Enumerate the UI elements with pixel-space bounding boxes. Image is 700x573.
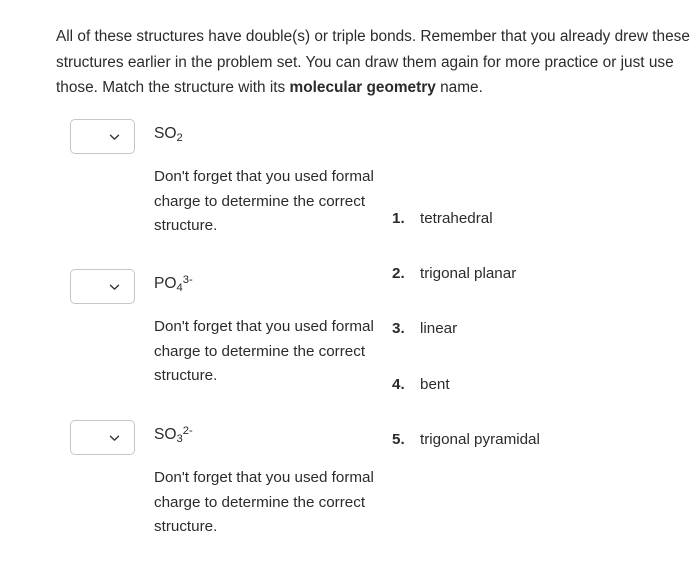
answer-option-3: 3. linear	[392, 318, 692, 340]
answer-option-label: trigonal planar	[420, 265, 517, 282]
formula-element: SO	[154, 426, 177, 443]
answer-dropdown-2[interactable]	[70, 269, 135, 304]
chevron-down-icon	[109, 281, 120, 292]
answer-option-label: trigonal pyramidal	[420, 431, 540, 448]
answer-option-5: 5. trigonal pyramidal	[392, 429, 692, 451]
answer-option-2: 2. trigonal planar	[392, 263, 692, 285]
answer-option-1: 1. tetrahedral	[392, 208, 692, 230]
molecule-formula-1: SO2	[154, 124, 183, 144]
answer-dropdown-3[interactable]	[70, 420, 135, 455]
answer-option-number: 4.	[392, 376, 405, 393]
answer-dropdown-1[interactable]	[70, 119, 135, 154]
instructions-paragraph: All of these structures have double(s) o…	[56, 24, 692, 101]
answer-option-number: 2.	[392, 265, 405, 282]
formula-subscript: 2	[176, 132, 183, 145]
molecule-formula-2: PO43-	[154, 274, 193, 294]
question-hint-2: Don't forget that you used formal charge…	[154, 318, 374, 385]
chevron-down-icon	[109, 432, 120, 443]
answer-option-number: 3.	[392, 320, 405, 337]
chevron-down-icon	[109, 131, 120, 142]
question-hint-1: Don't forget that you used formal charge…	[154, 168, 374, 235]
formula-element: SO	[154, 125, 177, 142]
formula-superscript: 2-	[182, 425, 193, 438]
formula-element: PO	[154, 275, 177, 292]
formula-superscript: 3-	[182, 274, 193, 287]
answer-option-label: linear	[420, 320, 458, 337]
answer-option-label: bent	[420, 376, 450, 393]
instructions-bold-phrase: molecular geometry	[289, 79, 436, 97]
question-hint-3: Don't forget that you used formal charge…	[154, 469, 374, 536]
instructions-text-after-bold: name.	[435, 79, 483, 97]
answer-option-number: 5.	[392, 431, 405, 448]
answer-option-4: 4. bent	[392, 374, 692, 396]
answer-option-number: 1.	[392, 210, 405, 227]
answer-option-label: tetrahedral	[420, 210, 493, 227]
molecule-formula-3: SO32-	[154, 425, 193, 445]
